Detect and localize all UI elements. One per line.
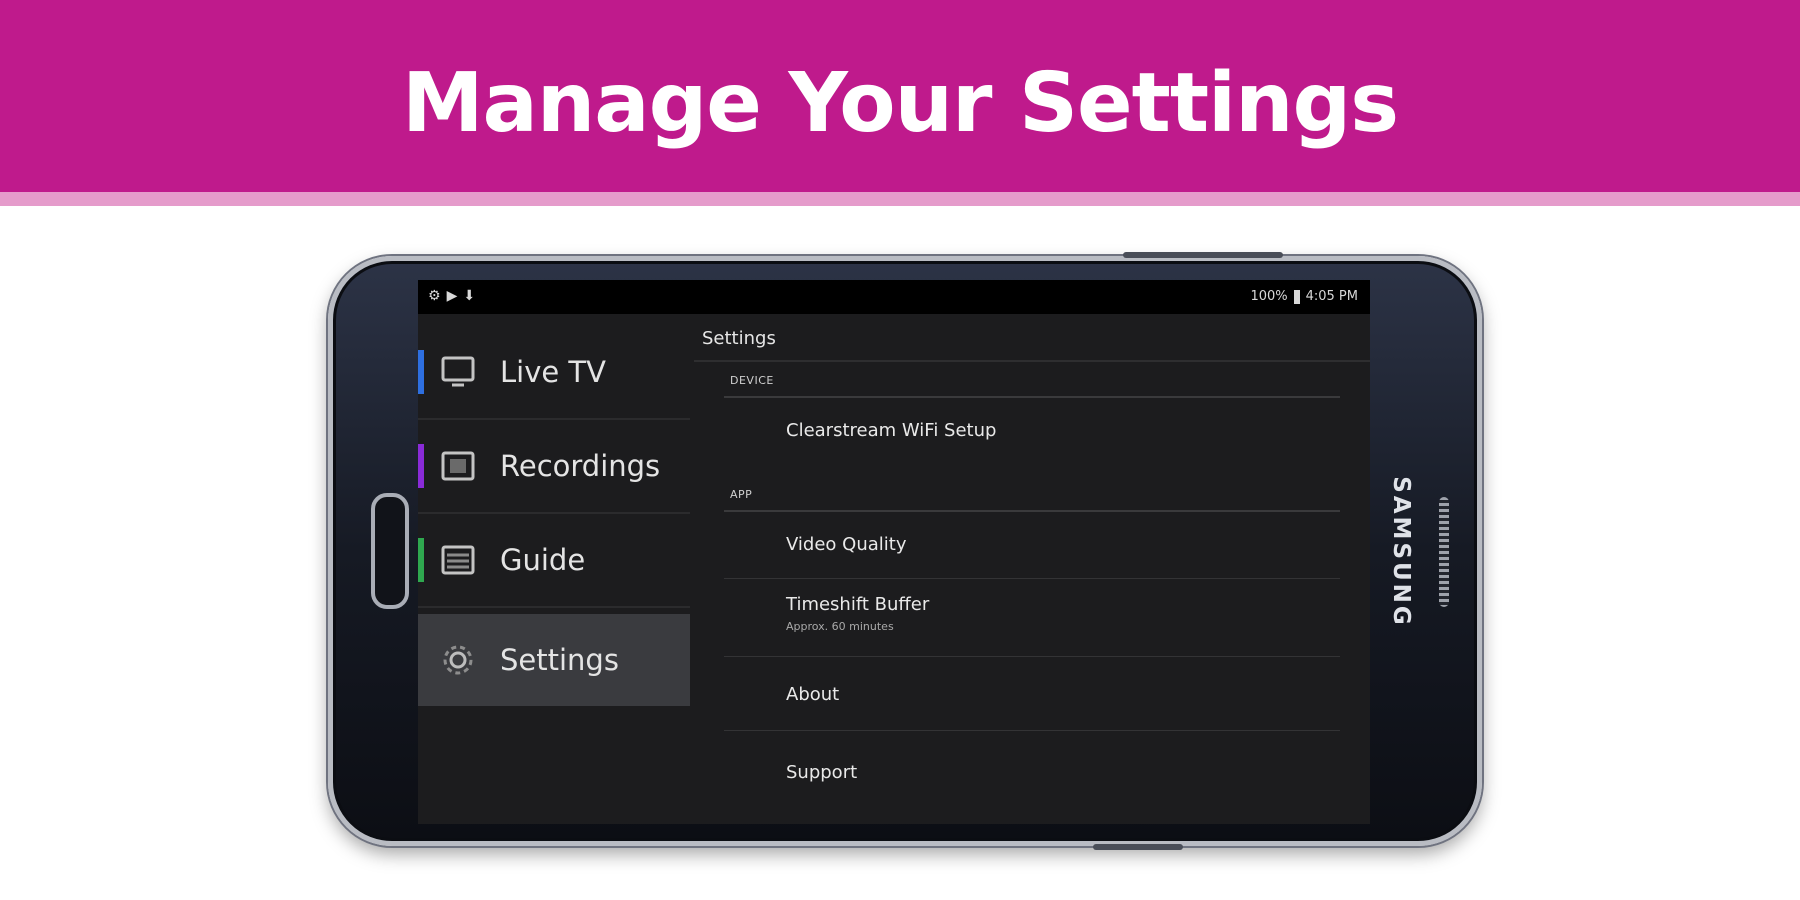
- clock: 4:05 PM: [1305, 289, 1358, 304]
- sidebar-item-label: Guide: [500, 543, 586, 577]
- download-icon: ⬇: [463, 288, 476, 304]
- recording-icon: [440, 448, 476, 484]
- phone-side-button: [1093, 844, 1183, 850]
- sidebar-nav: Live TV Recordings Guide Settings: [418, 314, 690, 824]
- settings-item-label: Video Quality: [786, 534, 907, 555]
- row-divider: [724, 730, 1340, 731]
- nav-divider: [418, 606, 690, 608]
- banner-title: Manage Your Settings: [401, 56, 1399, 151]
- sidebar-item-label: Live TV: [500, 355, 606, 389]
- app-screen: ⚙ ▶ ⬇ 100% 4:05 PM Live TV Recordings Gu…: [418, 280, 1370, 824]
- play-store-icon: ▶: [446, 288, 458, 304]
- battery-level: 100%: [1250, 289, 1288, 304]
- guide-icon: [440, 542, 476, 578]
- settings-item-label: About: [786, 684, 840, 705]
- nav-accent: [418, 538, 424, 582]
- settings-item-subtitle: Approx. 60 minutes: [786, 620, 894, 633]
- settings-status-icon: ⚙: [428, 288, 441, 304]
- brand-logo: SAMSUNG: [1388, 476, 1414, 628]
- gear-icon: [440, 642, 476, 678]
- battery-icon: [1293, 289, 1300, 304]
- settings-item-label: Support: [786, 762, 858, 783]
- tv-icon: [440, 354, 476, 390]
- sidebar-item-label: Settings: [500, 643, 619, 677]
- sidebar-item-guide[interactable]: Guide: [418, 514, 690, 606]
- section-divider: [724, 510, 1340, 512]
- nav-accent: [418, 350, 424, 394]
- nav-accent: [418, 444, 424, 488]
- section-header-app: APP: [730, 488, 753, 501]
- settings-item-label: Clearstream WiFi Setup: [786, 420, 997, 441]
- status-bar: ⚙ ▶ ⬇ 100% 4:05 PM: [418, 280, 1370, 314]
- row-divider: [724, 656, 1340, 657]
- sidebar-item-settings[interactable]: Settings: [418, 614, 690, 706]
- home-button[interactable]: [371, 493, 409, 609]
- title-divider: [694, 360, 1370, 362]
- settings-panel: Settings DEVICE Clearstream WiFi Setup A…: [694, 314, 1370, 824]
- sidebar-item-live-tv[interactable]: Live TV: [418, 326, 690, 418]
- row-divider: [724, 578, 1340, 579]
- section-header-device: DEVICE: [730, 374, 774, 387]
- section-divider: [724, 396, 1340, 398]
- page-title: Settings: [702, 328, 776, 349]
- sidebar-item-label: Recordings: [500, 449, 661, 483]
- settings-item-label: Timeshift Buffer: [786, 594, 930, 615]
- phone-side-button: [1123, 252, 1283, 258]
- speaker-grille: [1439, 497, 1449, 607]
- sidebar-item-recordings[interactable]: Recordings: [418, 420, 690, 512]
- banner-stripe: [0, 192, 1800, 206]
